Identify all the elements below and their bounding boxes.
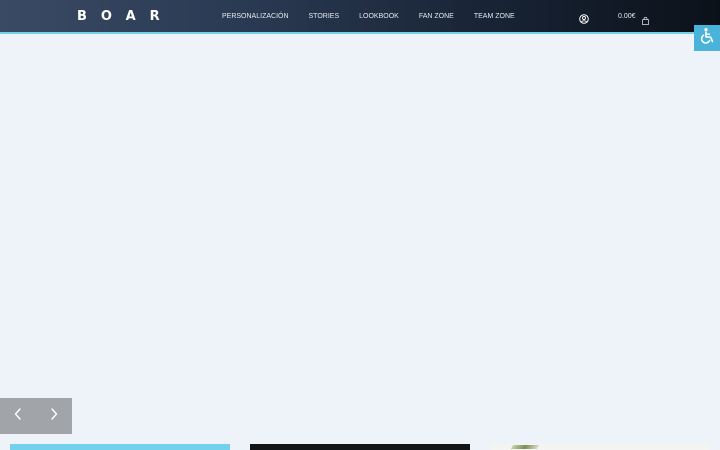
promo-card[interactable] xyxy=(10,444,230,450)
shopping-bag-icon[interactable] xyxy=(642,12,649,25)
nav-item-team-zone[interactable]: TEAM ZONE xyxy=(474,13,515,20)
nav-item-stories[interactable]: STORIES xyxy=(309,13,340,20)
user-circle-icon[interactable] xyxy=(579,11,589,24)
card-image xyxy=(510,445,540,449)
hero-slider xyxy=(0,34,720,434)
nav-item-personalizacion[interactable]: PERSONALIZACIÓN xyxy=(222,13,289,20)
chevron-right-icon xyxy=(49,407,59,425)
nav-item-lookbook[interactable]: LOOKBOOK xyxy=(359,13,399,20)
cart-total[interactable]: 0.00€ xyxy=(618,0,636,32)
chevron-left-icon xyxy=(13,407,23,425)
brand-logo[interactable]: BOAR xyxy=(77,9,174,24)
slider-prev-button[interactable] xyxy=(0,398,36,434)
accessibility-button[interactable] xyxy=(694,25,720,51)
promo-card[interactable] xyxy=(490,444,710,450)
wheelchair-icon xyxy=(698,27,716,50)
promo-card[interactable] xyxy=(250,444,470,450)
site-header: BOAR PERSONALIZACIÓN STORIES LOOKBOOK FA… xyxy=(0,0,720,32)
slider-controls xyxy=(0,398,72,434)
nav-item-fan-zone[interactable]: FAN ZONE xyxy=(419,13,454,20)
slider-next-button[interactable] xyxy=(36,398,72,434)
main-navigation: PERSONALIZACIÓN STORIES LOOKBOOK FAN ZON… xyxy=(222,0,535,32)
